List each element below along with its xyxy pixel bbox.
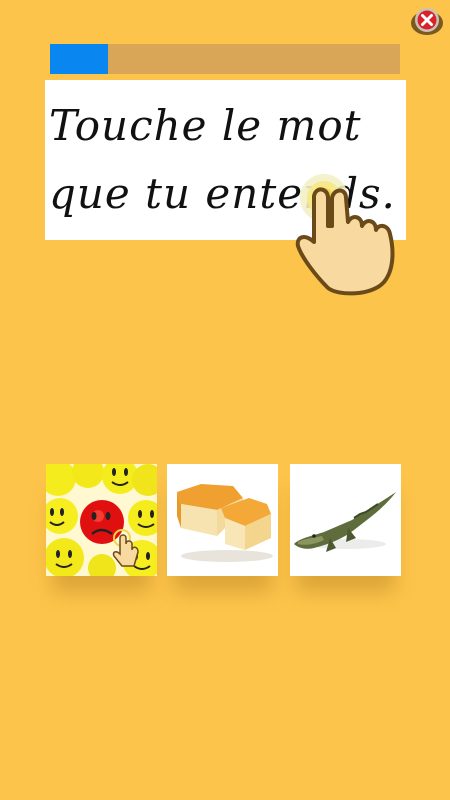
close-button[interactable]	[410, 6, 444, 36]
smiley-faces-image	[46, 464, 157, 576]
cheese-image	[167, 464, 278, 576]
crocodile-image	[290, 464, 401, 576]
choice-crocodile[interactable]	[290, 464, 401, 576]
choice-smileys[interactable]	[46, 464, 157, 576]
progress-bar	[50, 44, 400, 74]
pointing-hand-icon	[286, 166, 406, 306]
close-icon	[411, 8, 443, 35]
choice-grid	[46, 464, 403, 576]
choice-cheese[interactable]	[167, 464, 278, 576]
progress-bar-fill	[50, 44, 108, 74]
